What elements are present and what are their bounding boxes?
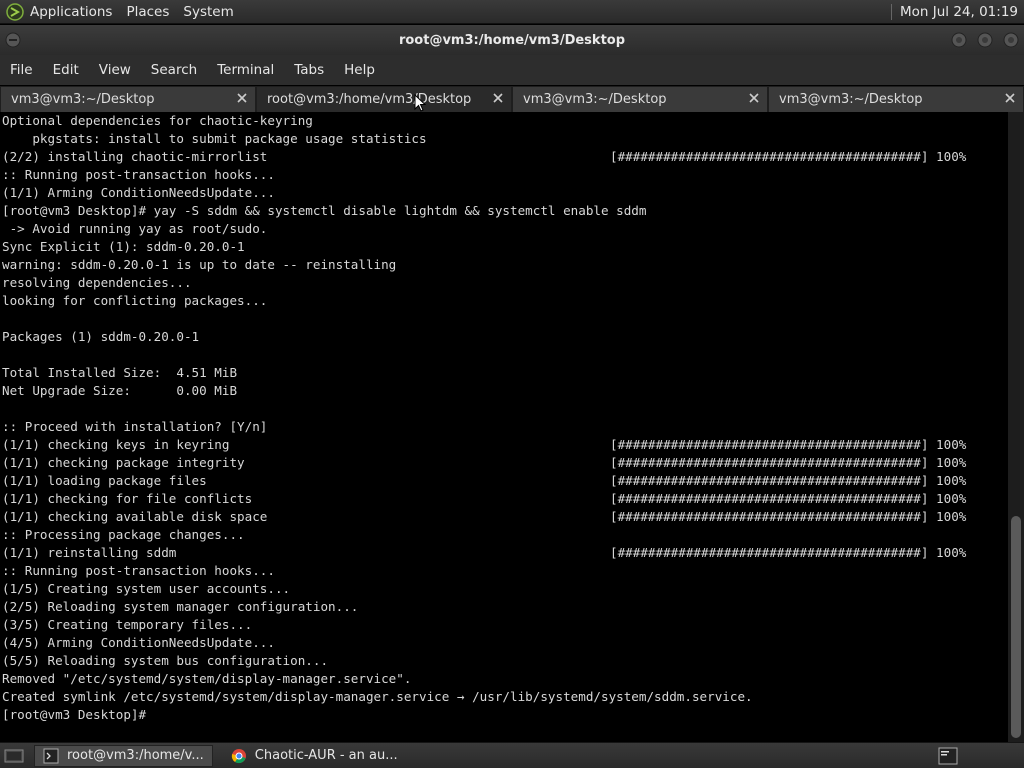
terminal-line: (4/5) Arming ConditionNeedsUpdate... [2, 635, 275, 650]
terminal-line: looking for conflicting packages... [2, 293, 268, 308]
terminal-scrollbar[interactable] [1008, 112, 1024, 742]
tab-label: vm3@vm3:~/Desktop [779, 92, 923, 107]
window-menu-icon[interactable] [4, 31, 22, 49]
window-titlebar[interactable]: root@vm3:/home/vm3/Desktop [0, 25, 1024, 55]
tab-label: vm3@vm3:~/Desktop [11, 92, 155, 107]
terminal-prompt-line[interactable]: [root@vm3 Desktop]# [0, 706, 1008, 724]
terminal-line: (2/2) installing chaotic-mirrorlist [####… [2, 149, 967, 164]
terminal-line: Sync Explicit (1): sddm-0.20.0-1 [2, 239, 245, 254]
terminal-line: warning: sddm-0.20.0-1 is up to date -- … [2, 257, 397, 272]
panel-separator [891, 3, 892, 20]
distro-icon[interactable] [6, 2, 24, 21]
terminal-line: (1/1) checking for file conflicts [######… [2, 491, 967, 506]
tab-1[interactable]: vm3@vm3:~/Desktop [0, 86, 256, 112]
taskbar-item-label: Chaotic-AUR - an au... [254, 748, 398, 763]
maximize-button[interactable] [976, 31, 994, 49]
terminal-line: (5/5) Reloading system bus configuration… [2, 653, 329, 668]
terminal-line: :: Processing package changes... [2, 527, 245, 542]
terminal-line: resolving dependencies... [2, 275, 192, 290]
menu-file[interactable]: File [0, 62, 43, 78]
menu-terminal[interactable]: Terminal [207, 62, 284, 78]
terminal-line: pkgstats: install to submit package usag… [2, 131, 427, 146]
menu-view[interactable]: View [89, 62, 141, 78]
terminal-line: (2/5) Reloading system manager configura… [2, 599, 359, 614]
terminal-line: (1/1) reinstalling sddm [################… [2, 545, 967, 560]
tab-2[interactable]: root@vm3:/home/vm3/Desktop [256, 86, 512, 112]
terminal-line: (1/1) loading package files [############… [2, 473, 967, 488]
terminal-icon [43, 748, 59, 763]
close-icon[interactable] [491, 91, 505, 105]
places-menu[interactable]: Places [126, 4, 169, 20]
terminal-line: :: Running post-transaction hooks... [2, 167, 275, 182]
menubar: File Edit View Search Terminal Tabs Help [0, 55, 1024, 85]
terminal-line: Packages (1) sddm-0.20.0-1 [2, 329, 200, 344]
terminal-line: (1/1) checking keys in keyring [#########… [2, 437, 967, 452]
taskbar-item-label: root@vm3:/home/v... [67, 748, 204, 763]
terminal-line: [root@vm3 Desktop]# yay -S sddm && syste… [2, 203, 647, 218]
menu-tabs[interactable]: Tabs [284, 62, 334, 78]
tab-label: root@vm3:/home/vm3/Desktop [267, 92, 472, 107]
system-menu[interactable]: System [183, 4, 233, 20]
terminal-line: Removed "/etc/systemd/system/display-man… [2, 671, 412, 686]
menu-help[interactable]: Help [334, 62, 385, 78]
terminal-line: Optional dependencies for chaotic-keyrin… [2, 113, 313, 128]
terminal-line: Net Upgrade Size: 0.00 MiB [2, 383, 238, 398]
clock[interactable]: Mon Jul 24, 01:19 [900, 4, 1024, 20]
mouse-cursor-icon [414, 94, 426, 112]
tab-bar: vm3@vm3:~/Desktop root@vm3:/home/vm3/Des… [0, 86, 1024, 112]
terminal-line: (1/1) Arming ConditionNeedsUpdate... [2, 185, 275, 200]
terminal-line: :: Proceed with installation? [Y/n] [2, 419, 268, 434]
terminal-line: (1/1) checking available disk space [####… [2, 509, 967, 524]
terminal-line: (3/5) Creating temporary files... [2, 617, 253, 632]
menu-search[interactable]: Search [141, 62, 207, 78]
terminal-line: Created symlink /etc/systemd/system/disp… [2, 689, 753, 704]
menu-edit[interactable]: Edit [43, 62, 89, 78]
clock-area: Mon Jul 24, 01:19 [891, 0, 1024, 23]
terminal-line: (1/1) checking package integrity [#######… [2, 455, 967, 470]
top-panel: Applications Places System Mon Jul 24, 0… [0, 0, 1024, 24]
close-icon[interactable] [235, 91, 249, 105]
tab-label: vm3@vm3:~/Desktop [523, 92, 667, 107]
taskbar-item-browser[interactable]: Chaotic-AUR - an au... [223, 745, 406, 767]
chrome-icon [231, 748, 246, 763]
terminal-output[interactable]: Optional dependencies for chaotic-keyrin… [0, 112, 1008, 742]
close-button[interactable] [1002, 31, 1020, 49]
tab-4[interactable]: vm3@vm3:~/Desktop [768, 86, 1024, 112]
close-icon[interactable] [747, 91, 761, 105]
terminal-line: :: Running post-transaction hooks... [2, 563, 275, 578]
terminal-line: -> Avoid running yay as root/sudo. [2, 221, 268, 236]
terminal-line: (1/5) Creating system user accounts... [2, 581, 291, 596]
applications-menu[interactable]: Applications [30, 4, 112, 20]
scrollbar-thumb[interactable] [1011, 516, 1021, 738]
tab-3[interactable]: vm3@vm3:~/Desktop [512, 86, 768, 112]
taskbar-item-terminal[interactable]: root@vm3:/home/v... [34, 744, 213, 767]
terminal-line: Total Installed Size: 4.51 MiB [2, 365, 238, 380]
minimize-button[interactable] [950, 31, 968, 49]
taskbar: root@vm3:/home/v... Chaotic-AUR - an au.… [0, 742, 1024, 768]
show-desktop-icon[interactable] [4, 747, 24, 765]
terminal-tray-icon[interactable] [938, 747, 958, 765]
window-title: root@vm3:/home/vm3/Desktop [398, 32, 626, 48]
close-icon[interactable] [1003, 91, 1017, 105]
